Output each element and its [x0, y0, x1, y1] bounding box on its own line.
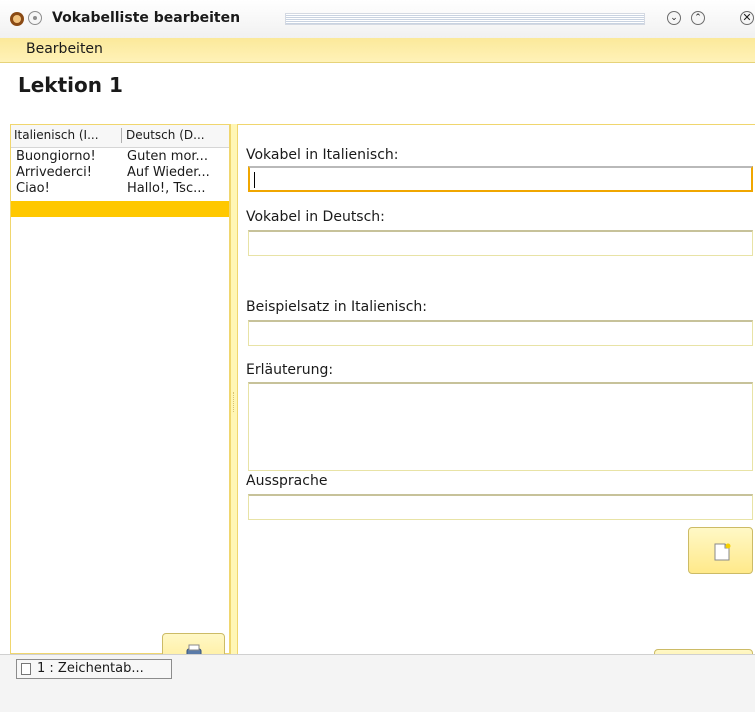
window-title: Vokabelliste bearbeiten	[52, 10, 241, 26]
splitter-grip	[233, 392, 236, 412]
close-window-button[interactable]: ✕	[740, 11, 754, 25]
new-entry-button[interactable]	[688, 527, 753, 574]
column-header-italian[interactable]: Italienisch (I...	[14, 128, 99, 142]
window-titlebar[interactable]: Vokabelliste bearbeiten ⌄ ⌃ ✕	[0, 0, 755, 39]
cell-german: Hallo!, Tsc...	[127, 181, 206, 196]
german-word-label: Vokabel in Deutsch:	[246, 209, 385, 225]
cell-italian: Arrivederci!	[16, 165, 92, 180]
italian-word-label: Vokabel in Italienisch:	[246, 147, 399, 163]
cell-german: Guten mor...	[127, 149, 208, 164]
explanation-textarea[interactable]	[248, 382, 753, 471]
maximize-button[interactable]: ⌃	[691, 11, 705, 25]
pronunciation-input[interactable]	[248, 494, 753, 520]
example-sentence-input[interactable]	[248, 320, 753, 346]
table-row[interactable]: Arrivederci! Auf Wieder...	[11, 165, 229, 181]
vocab-list-panel: Italienisch (I... Deutsch (D... Buongior…	[10, 124, 230, 678]
page-title: Lektion 1	[18, 73, 123, 97]
table-row[interactable]: Buongiorno! Guten mor...	[11, 149, 229, 165]
window-task-icon	[21, 663, 31, 675]
italian-word-input[interactable]	[248, 166, 753, 192]
cell-italian: Buongiorno!	[16, 149, 96, 164]
list-header: Italienisch (I... Deutsch (D...	[11, 125, 229, 148]
menubar: Bearbeiten	[0, 38, 755, 63]
menu-bearbeiten[interactable]: Bearbeiten	[26, 41, 103, 57]
pronunciation-label: Aussprache	[246, 473, 328, 489]
app-icon	[10, 12, 24, 26]
edit-form-panel: Vokabel in Italienisch: Vokabel in Deuts…	[238, 124, 755, 675]
window-menu-icon[interactable]	[28, 11, 42, 25]
cell-german: Auf Wieder...	[127, 165, 210, 180]
text-caret	[254, 172, 255, 188]
taskbar: 1 : Zeichentab...	[0, 654, 755, 712]
cell-italian: Ciao!	[16, 181, 50, 196]
taskbar-window-button[interactable]: 1 : Zeichentab...	[16, 659, 172, 679]
german-word-input[interactable]	[248, 230, 753, 256]
column-header-german[interactable]: Deutsch (D...	[126, 128, 205, 142]
explanation-label: Erläuterung:	[246, 362, 334, 378]
column-separator[interactable]	[121, 128, 122, 143]
minimize-button[interactable]: ⌄	[667, 11, 681, 25]
table-row[interactable]: Ciao! Hallo!, Tsc...	[11, 181, 229, 197]
table-row-selected[interactable]	[11, 201, 229, 217]
taskbar-window-label: 1 : Zeichentab...	[37, 661, 144, 676]
example-sentence-label: Beispielsatz in Italienisch:	[246, 299, 427, 315]
titlebar-decoration	[285, 13, 645, 25]
panel-splitter[interactable]	[230, 124, 238, 654]
new-document-icon	[714, 543, 731, 561]
